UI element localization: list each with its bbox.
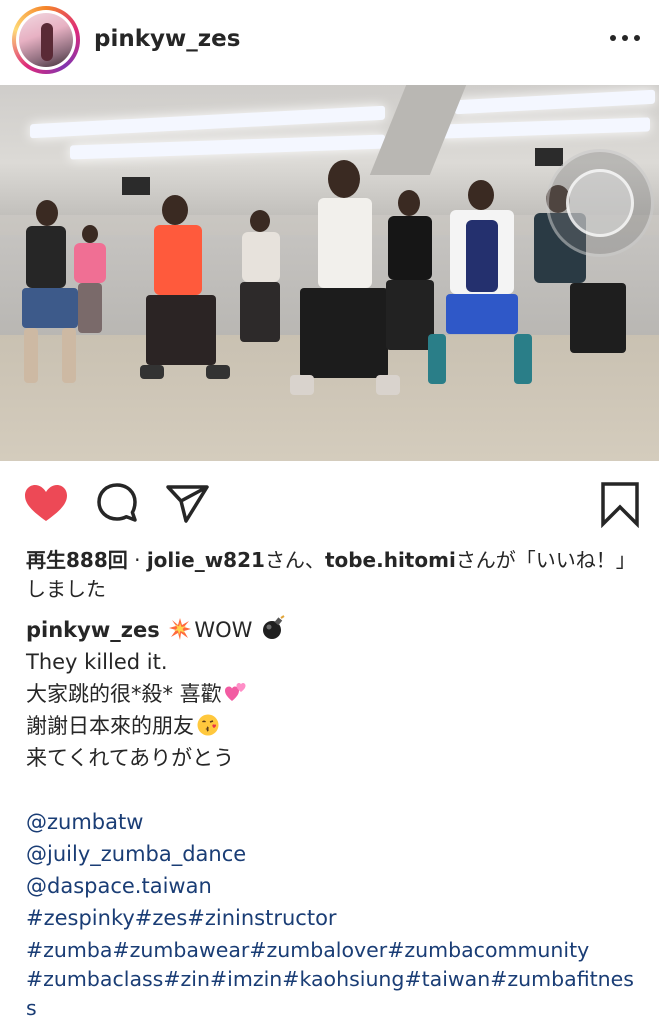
comment-icon[interactable] [95, 480, 143, 528]
post-username[interactable]: pinkyw_zes [94, 26, 240, 52]
post-video[interactable] [0, 85, 659, 461]
heart-filled-icon[interactable] [22, 480, 70, 528]
profile-photo [19, 13, 73, 67]
dancer-figure [72, 225, 112, 345]
caption-line: They killed it. [26, 650, 168, 674]
caption-line: 謝謝日本來的朋友 [26, 714, 194, 738]
caption-username[interactable]: pinkyw_zes [26, 618, 160, 642]
avatar[interactable] [12, 6, 80, 74]
assistive-touch-button[interactable] [546, 149, 654, 257]
collision-emoji [168, 617, 192, 641]
hashtag-link[interactable]: #zumba#zumbawear#zumbalover#zumbacommuni… [26, 936, 641, 965]
post-caption: pinkyw_zes WOW They killed it. 大家跳的很*殺* … [26, 614, 641, 1023]
bomb-emoji [261, 615, 285, 639]
view-count[interactable]: 再生888回 [26, 548, 128, 572]
hashtag-link[interactable]: #zumbaclass#zin#imzin#kaohsiung#taiwan#z… [26, 965, 641, 1023]
more-dots-icon[interactable] [610, 28, 640, 48]
hashtag-link[interactable]: #zespinky#zes#zininstructor [26, 902, 641, 934]
liker-username[interactable]: jolie_w821 [147, 548, 265, 572]
caption-line: 大家跳的很*殺* 喜歡 [26, 682, 222, 706]
two-hearts-emoji [224, 681, 246, 703]
bookmark-icon[interactable] [597, 480, 645, 529]
kissing-face-emoji [196, 713, 219, 736]
mention-link[interactable]: @zumbatw [26, 806, 641, 838]
action-bar [0, 480, 659, 532]
liker-username[interactable]: tobe.hitomi [325, 548, 456, 572]
mention-link[interactable]: @juily_zumba_dance [26, 838, 641, 870]
mention-link[interactable]: @daspace.taiwan [26, 870, 641, 902]
dancer-figure [232, 210, 292, 350]
dancer-figure [140, 195, 230, 395]
likes-summary: 再生888回 · jolie_w821さん、tobe.hitomiさんが「いいね… [26, 548, 636, 601]
paper-plane-icon[interactable] [164, 480, 212, 528]
post-header: pinkyw_zes [0, 0, 659, 82]
caption-line: 来てくれてありがとう [26, 746, 235, 770]
